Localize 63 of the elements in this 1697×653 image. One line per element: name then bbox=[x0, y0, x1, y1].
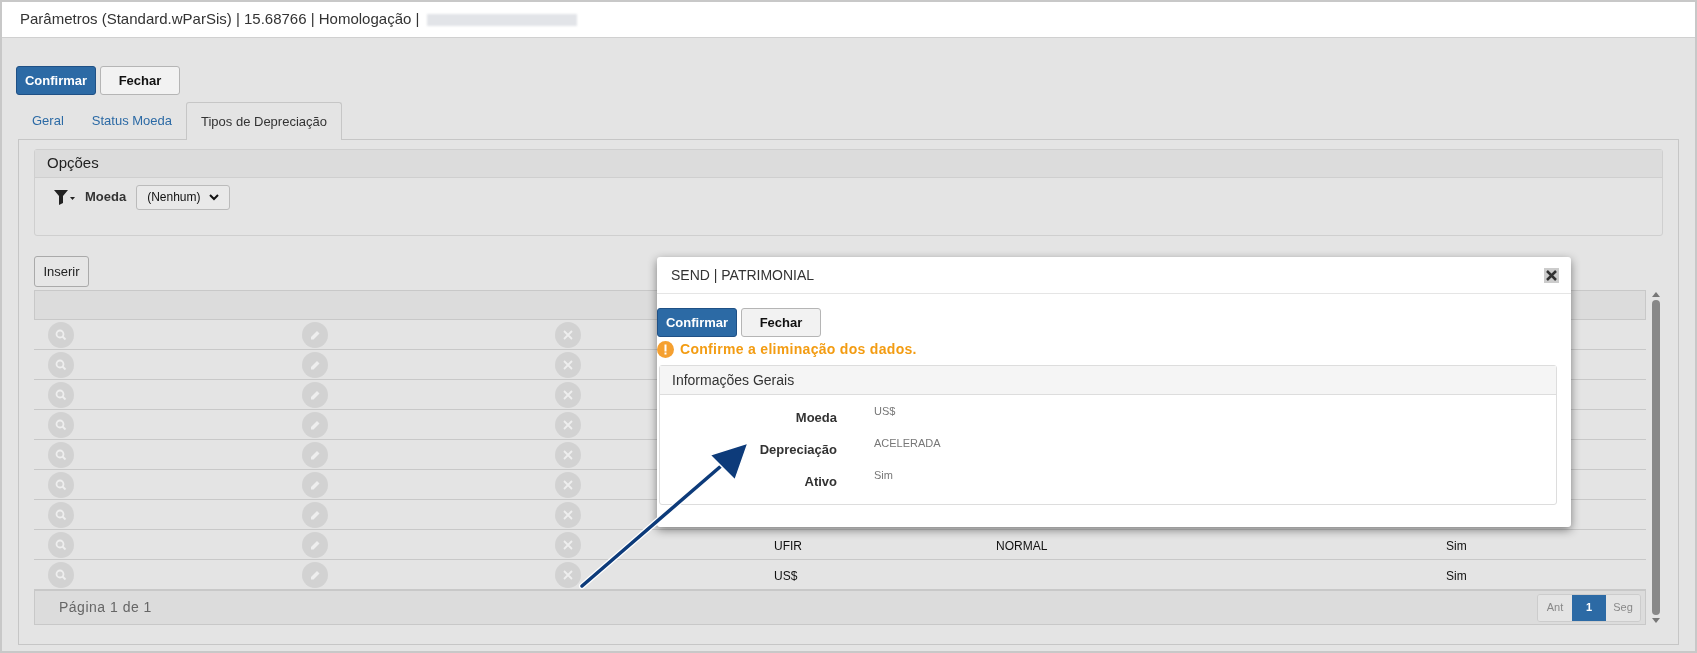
confirm-button[interactable]: Confirmar bbox=[657, 308, 737, 337]
table-cell: UFIR bbox=[774, 538, 802, 553]
tab[interactable]: Status Moeda bbox=[77, 103, 186, 139]
table-cell: Sim bbox=[1446, 538, 1467, 553]
field-value: Sim bbox=[874, 468, 893, 483]
window-title: Parâmetros (Standard.wParSis) | 15.68766 | Homologação | bbox=[20, 9, 420, 30]
field-label: Ativo bbox=[804, 473, 837, 491]
pencil-icon[interactable] bbox=[302, 441, 328, 468]
close-icon[interactable] bbox=[1544, 267, 1559, 283]
insert-button[interactable]: Inserir bbox=[34, 256, 89, 287]
delete-icon[interactable] bbox=[555, 381, 581, 408]
tab[interactable]: Geral bbox=[18, 103, 78, 139]
page-info: Página 1 de 1 bbox=[59, 598, 152, 617]
page-button[interactable]: Ant bbox=[1538, 594, 1572, 621]
tab[interactable]: Tipos de Depreciação bbox=[186, 102, 342, 140]
delete-icon[interactable] bbox=[555, 471, 581, 498]
delete-icon[interactable] bbox=[555, 561, 581, 588]
search-icon[interactable] bbox=[48, 441, 74, 468]
confirm-button[interactable]: Confirmar bbox=[16, 66, 96, 95]
close-button[interactable]: Fechar bbox=[741, 308, 821, 337]
pencil-icon[interactable] bbox=[302, 351, 328, 378]
pencil-icon[interactable] bbox=[302, 561, 328, 588]
delete-icon[interactable] bbox=[555, 351, 581, 378]
search-icon[interactable] bbox=[48, 501, 74, 528]
delete-icon[interactable] bbox=[555, 441, 581, 468]
search-icon[interactable] bbox=[48, 411, 74, 438]
field-value: US$ bbox=[874, 404, 896, 419]
field-label: Moeda bbox=[795, 409, 837, 427]
delete-icon[interactable] bbox=[555, 411, 581, 438]
section-title: Informações Gerais bbox=[672, 370, 795, 390]
pencil-icon[interactable] bbox=[302, 471, 328, 498]
pencil-icon[interactable] bbox=[302, 531, 328, 558]
dialog-title: SEND | PATRIMONIAL bbox=[671, 265, 815, 285]
search-icon[interactable] bbox=[48, 561, 74, 588]
delete-icon[interactable] bbox=[555, 531, 581, 558]
scrollbar-thumb[interactable] bbox=[1652, 300, 1660, 615]
search-icon[interactable] bbox=[48, 471, 74, 498]
search-icon[interactable] bbox=[48, 381, 74, 408]
table-cell: NORMAL bbox=[996, 538, 1048, 553]
caret-icon bbox=[208, 193, 219, 201]
pencil-icon[interactable] bbox=[302, 411, 328, 438]
table-cell: US$ bbox=[774, 568, 798, 583]
search-icon[interactable] bbox=[48, 531, 74, 558]
page-button[interactable]: Seg bbox=[1606, 594, 1640, 621]
filter-label: Moeda bbox=[85, 188, 127, 207]
search-icon[interactable] bbox=[48, 351, 74, 378]
page-button[interactable]: 1 bbox=[1572, 594, 1606, 621]
search-icon[interactable] bbox=[48, 321, 74, 348]
field-value: ACELERADA bbox=[874, 436, 941, 451]
field-label: Depreciação bbox=[759, 441, 837, 459]
panel-title: Opções bbox=[47, 153, 99, 174]
filter-icon[interactable] bbox=[53, 189, 75, 205]
delete-icon[interactable] bbox=[555, 321, 581, 348]
pencil-icon[interactable] bbox=[302, 321, 328, 348]
table-cell: Sim bbox=[1446, 568, 1467, 583]
delete-icon[interactable] bbox=[555, 501, 581, 528]
scroll-up-icon[interactable] bbox=[1651, 290, 1661, 298]
pencil-icon[interactable] bbox=[302, 381, 328, 408]
close-button[interactable]: Fechar bbox=[100, 66, 180, 95]
scroll-down-icon[interactable] bbox=[1651, 617, 1661, 625]
currency-select[interactable]: (Nenhum) bbox=[136, 184, 230, 210]
pencil-icon[interactable] bbox=[302, 501, 328, 528]
warning-message: Confirme a eliminação dos dados. bbox=[680, 340, 917, 359]
